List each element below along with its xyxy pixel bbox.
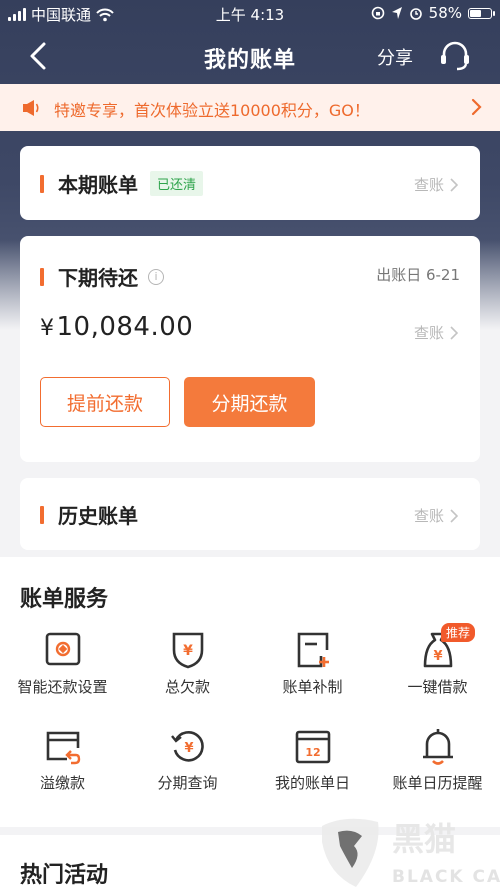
currency-symbol: ¥ [40,316,55,341]
service-total-debt[interactable]: ¥ 总欠款 [125,630,250,697]
svg-text:¥: ¥ [184,741,193,756]
amount-value: 10,084.00 [56,312,194,342]
black-cat-watermark-logo: 黑猫 BLACK CAT [322,818,500,887]
history-bill-title: 历史账单 [58,504,138,528]
view-link-label: 查账 [413,507,444,525]
history-bill-card[interactable]: 历史账单 查账 [20,478,480,550]
promo-notice-text: 特邀专享，首次体验立送10000积分，GO！ [54,101,370,120]
amount-due: ¥10,084.00 [40,312,193,342]
svg-text:BLACK CAT: BLACK CAT [392,867,500,887]
bill-services-section: 账单服务 智能还款设置 ¥ 总欠款 账单补制 ¥ 一键借款 溢缴款 ¥ 分期查询… [0,557,500,827]
share-button[interactable]: 分享 [377,44,413,70]
svg-text:¥: ¥ [433,649,442,664]
current-bill-card[interactable]: 本期账单 已还清 查账 [20,146,480,220]
paid-status-badge: 已还清 [150,171,204,196]
speaker-icon [23,100,39,116]
total-debt-icon: ¥ [168,630,208,670]
installment-button[interactable]: 分期还款 [184,377,315,427]
services-title: 账单服务 [20,587,109,612]
service-label: 一键借款 [407,678,468,696]
current-bill-title: 本期账单 [58,173,138,197]
smart-repay-icon [43,630,83,670]
service-label: 账单补制 [282,678,343,696]
svg-text:¥: ¥ [183,643,193,659]
next-bill-view-link[interactable]: 查账 [414,322,458,343]
alarm-icon [409,8,422,20]
view-link-label: 查账 [413,324,444,342]
service-label: 溢缴款 [39,774,85,792]
service-one-click-loan[interactable]: ¥ 一键借款 [375,630,500,697]
service-bill-calendar-reminder[interactable]: 账单日历提醒 [375,726,500,793]
bell-icon [418,726,458,766]
svg-text:黑猫: 黑猫 [392,820,456,858]
page-title: 我的账单 [203,48,296,73]
hot-activities-title: 热门活动 [20,863,109,888]
chevron-right-icon [450,325,458,340]
service-overpayment[interactable]: 溢缴款 [0,726,125,793]
service-label: 我的账单日 [274,774,350,792]
bill-day-icon: 12 [293,726,333,766]
view-link-label: 查账 [413,176,444,194]
service-bill-day[interactable]: 12 我的账单日 [250,726,375,793]
chevron-right-icon [450,508,458,523]
service-label: 总欠款 [164,678,210,696]
service-label: 分期查询 [157,774,218,792]
promo-notice-banner[interactable]: 特邀专享，首次体验立送10000积分，GO！ [0,84,500,131]
nav-bar: 我的账单 分享 [0,28,500,84]
chevron-right-icon [471,98,482,116]
statement-date: 出账日 6-21 [376,266,460,284]
customer-service-icon[interactable] [438,40,472,72]
overpayment-icon [43,726,83,766]
service-installment-query[interactable]: ¥ 分期查询 [125,726,250,793]
service-label: 智能还款设置 [17,678,108,696]
status-bar: 中国联通 上午 4:13 58% [0,0,500,28]
service-label: 账单日历提醒 [392,774,483,792]
current-bill-view-link[interactable]: 查账 [414,174,458,195]
battery-icon [468,7,495,19]
bill-reissue-icon [293,630,333,670]
prepay-button[interactable]: 提前还款 [40,377,170,427]
calendar-day-number: 12 [305,746,320,759]
chevron-right-icon [450,177,458,192]
section-accent-bar [40,267,44,286]
next-bill-title: 下期待还 [58,266,138,290]
section-accent-bar [40,505,44,524]
installment-query-icon: ¥ [168,726,208,766]
recommend-badge: 推荐 [441,623,476,642]
location-icon [391,7,402,19]
rotation-lock-icon [371,6,384,20]
info-icon[interactable]: i [148,268,164,285]
service-smart-repay[interactable]: 智能还款设置 [0,630,125,697]
history-bill-view-link[interactable]: 查账 [414,505,458,526]
service-bill-reissue[interactable]: 账单补制 [250,630,375,697]
section-accent-bar [40,174,44,193]
battery-percent: 58% [428,4,462,22]
next-bill-card: 下期待还 i 出账日 6-21 ¥10,084.00 查账 提前还款 分期还款 [20,236,480,462]
